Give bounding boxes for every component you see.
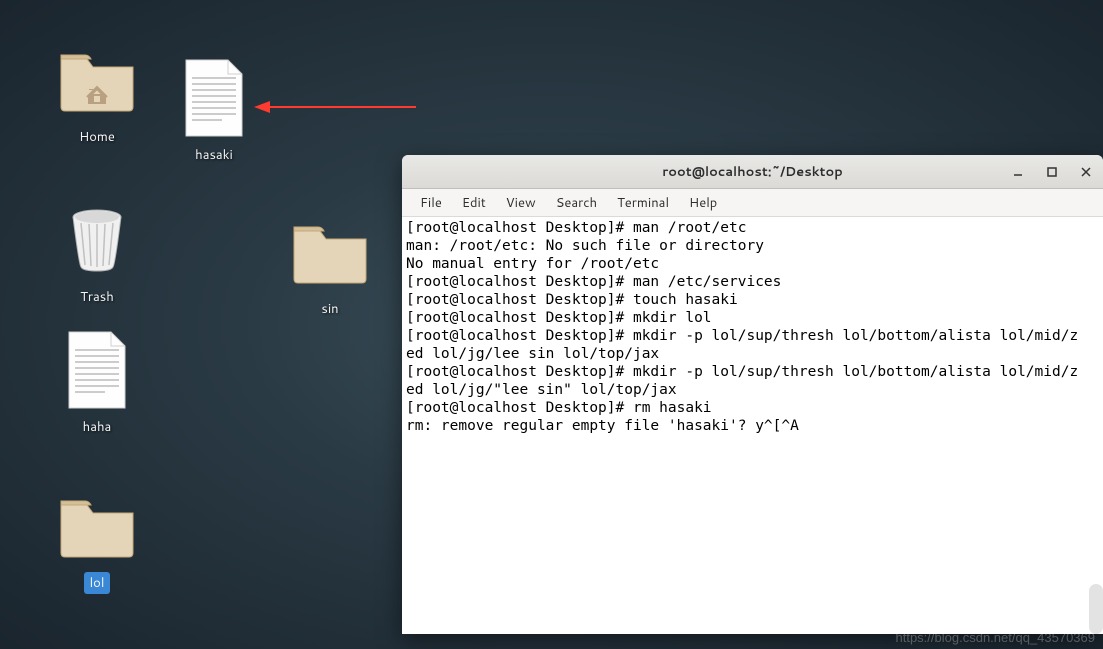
close-button[interactable] [1075, 161, 1097, 183]
icon-label: Trash [74, 286, 120, 308]
menu-terminal[interactable]: Terminal [607, 190, 679, 216]
icon-label: lol [84, 572, 111, 594]
desktop-icon-trash[interactable]: Trash [47, 200, 147, 308]
icon-label: sin [315, 298, 344, 320]
home-folder-icon [57, 40, 137, 120]
titlebar[interactable]: root@localhost:~/Desktop [402, 155, 1103, 189]
menu-view[interactable]: View [496, 190, 546, 216]
menu-search[interactable]: Search [546, 190, 607, 216]
maximize-button[interactable] [1041, 161, 1063, 183]
text-file-icon [174, 58, 254, 138]
window-title: root@localhost:~/Desktop [662, 163, 843, 181]
icon-label: Home [73, 126, 121, 148]
desktop-icon-hasaki[interactable]: hasaki [164, 58, 264, 166]
folder-icon [57, 486, 137, 566]
folder-icon [290, 212, 370, 292]
desktop-icon-home[interactable]: Home [47, 40, 147, 148]
window-controls [1007, 161, 1097, 183]
text-file-icon [57, 330, 137, 410]
menu-edit[interactable]: Edit [452, 190, 496, 216]
icon-label: haha [77, 416, 118, 438]
desktop-icon-sin[interactable]: sin [280, 212, 380, 320]
menubar: File Edit View Search Terminal Help [402, 189, 1103, 217]
desktop-icon-haha[interactable]: haha [47, 330, 147, 438]
minimize-button[interactable] [1007, 161, 1029, 183]
terminal-window[interactable]: root@localhost:~/Desktop File Edit View … [402, 155, 1103, 634]
scrollbar[interactable] [1089, 584, 1103, 634]
menu-file[interactable]: File [410, 190, 452, 216]
watermark: https://blog.csdn.net/qq_43570369 [896, 630, 1096, 645]
trash-icon [57, 200, 137, 280]
annotation-arrow [254, 97, 416, 111]
terminal-body[interactable]: [root@localhost Desktop]# man /root/etc … [402, 217, 1103, 634]
menu-help[interactable]: Help [679, 190, 727, 216]
desktop-icon-lol[interactable]: lol [47, 486, 147, 594]
icon-label: hasaki [189, 144, 239, 166]
